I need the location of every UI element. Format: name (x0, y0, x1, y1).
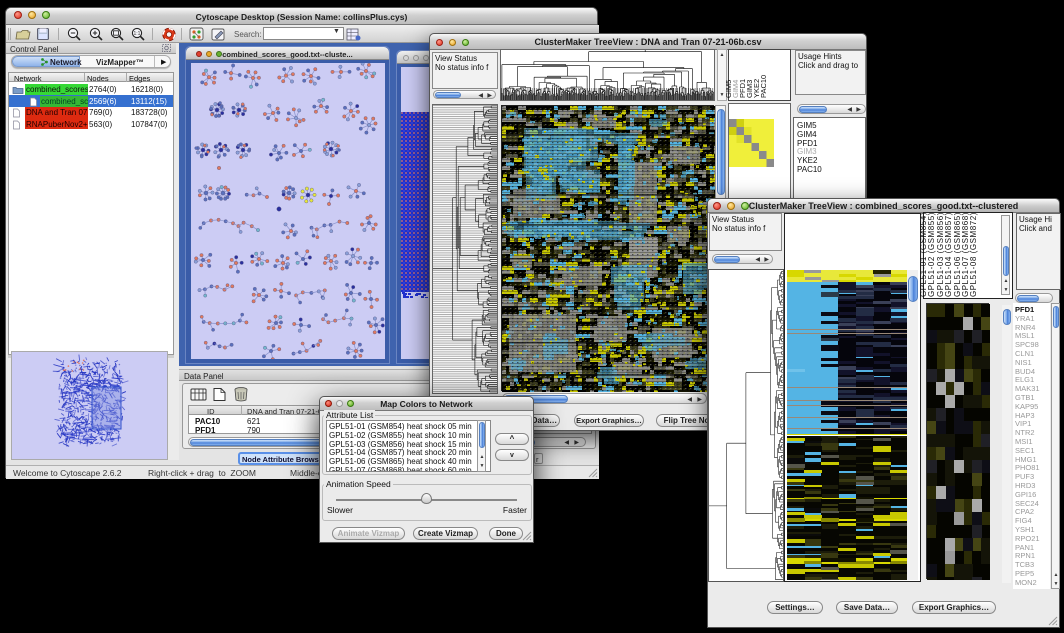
svg-text:1:1: 1:1 (134, 31, 141, 37)
